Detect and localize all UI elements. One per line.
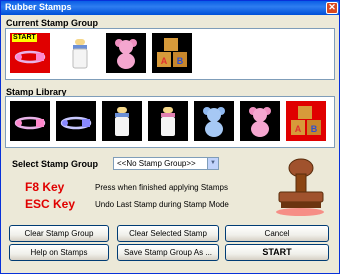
svg-text:A: A [161,56,168,66]
library-stamp-baby-bottle[interactable] [102,101,142,141]
svg-text:B: B [311,124,318,134]
clear-stamp-group-button[interactable]: Clear Stamp Group [9,225,109,242]
rubber-stamps-window: Rubber Stamps ✕ Current Stamp Group STAR… [0,0,340,274]
stamp-group-select[interactable]: <<No Stamp Group>> ▼ [113,157,219,170]
current-group-label: Current Stamp Group [6,18,99,28]
library-stamp-teddy-bear-blue[interactable] [194,101,234,141]
current-stamp-abc-blocks[interactable]: A B [152,33,192,73]
help-on-stamps-button[interactable]: Help on Stamps [9,244,109,261]
svg-text:A: A [295,124,302,134]
abc-blocks-icon: A B [157,38,187,67]
teddy-bear-icon [115,39,137,69]
baby-bottle-icon [161,107,175,136]
rubber-stamp-icon [276,158,324,216]
title-bar[interactable]: Rubber Stamps ✕ [1,1,339,15]
f8-key-label: F8 Key [25,180,65,194]
library-stamp-teddy-bear-pink[interactable] [240,101,280,141]
f8-key-desc: Press when finished applying Stamps [95,183,228,192]
chevron-down-icon[interactable]: ▼ [207,158,218,169]
baby-bottle-icon [72,39,88,69]
teddy-bear-icon [203,107,225,137]
save-stamp-group-button[interactable]: Save Stamp Group As ... [117,244,219,261]
safety-pin-icon [60,116,92,130]
library-panel: A B [5,96,335,148]
cancel-button[interactable]: Cancel [225,225,329,242]
select-group-label: Select Stamp Group [12,159,99,169]
svg-text:B: B [177,56,184,66]
esc-key-label: ESC Key [25,197,76,211]
stamp-group-select-value: <<No Stamp Group>> [117,159,196,168]
abc-blocks-icon: A B [291,106,321,135]
current-group-panel: START A B [5,28,335,80]
library-stamp-baby-bottle-pink[interactable] [148,101,188,141]
window-title: Rubber Stamps [5,2,72,12]
library-stamp-safety-pin-blue[interactable] [56,101,96,141]
safety-pin-icon [14,116,46,130]
clear-selected-stamp-button[interactable]: Clear Selected Stamp [117,225,219,242]
esc-key-desc: Undo Last Stamp during Stamp Mode [95,200,229,209]
teddy-bear-icon [249,107,271,137]
library-stamp-safety-pin-pink[interactable] [10,101,50,141]
current-stamp-safety-pin[interactable]: START [10,33,50,73]
current-stamp-teddy-bear[interactable] [106,33,146,73]
start-tag: START [12,34,37,42]
library-stamp-abc-blocks[interactable]: A B [286,101,326,141]
close-button[interactable]: ✕ [326,2,338,14]
start-button[interactable]: START [225,244,329,261]
baby-bottle-icon [115,107,129,136]
current-stamp-baby-bottle[interactable] [60,33,100,73]
